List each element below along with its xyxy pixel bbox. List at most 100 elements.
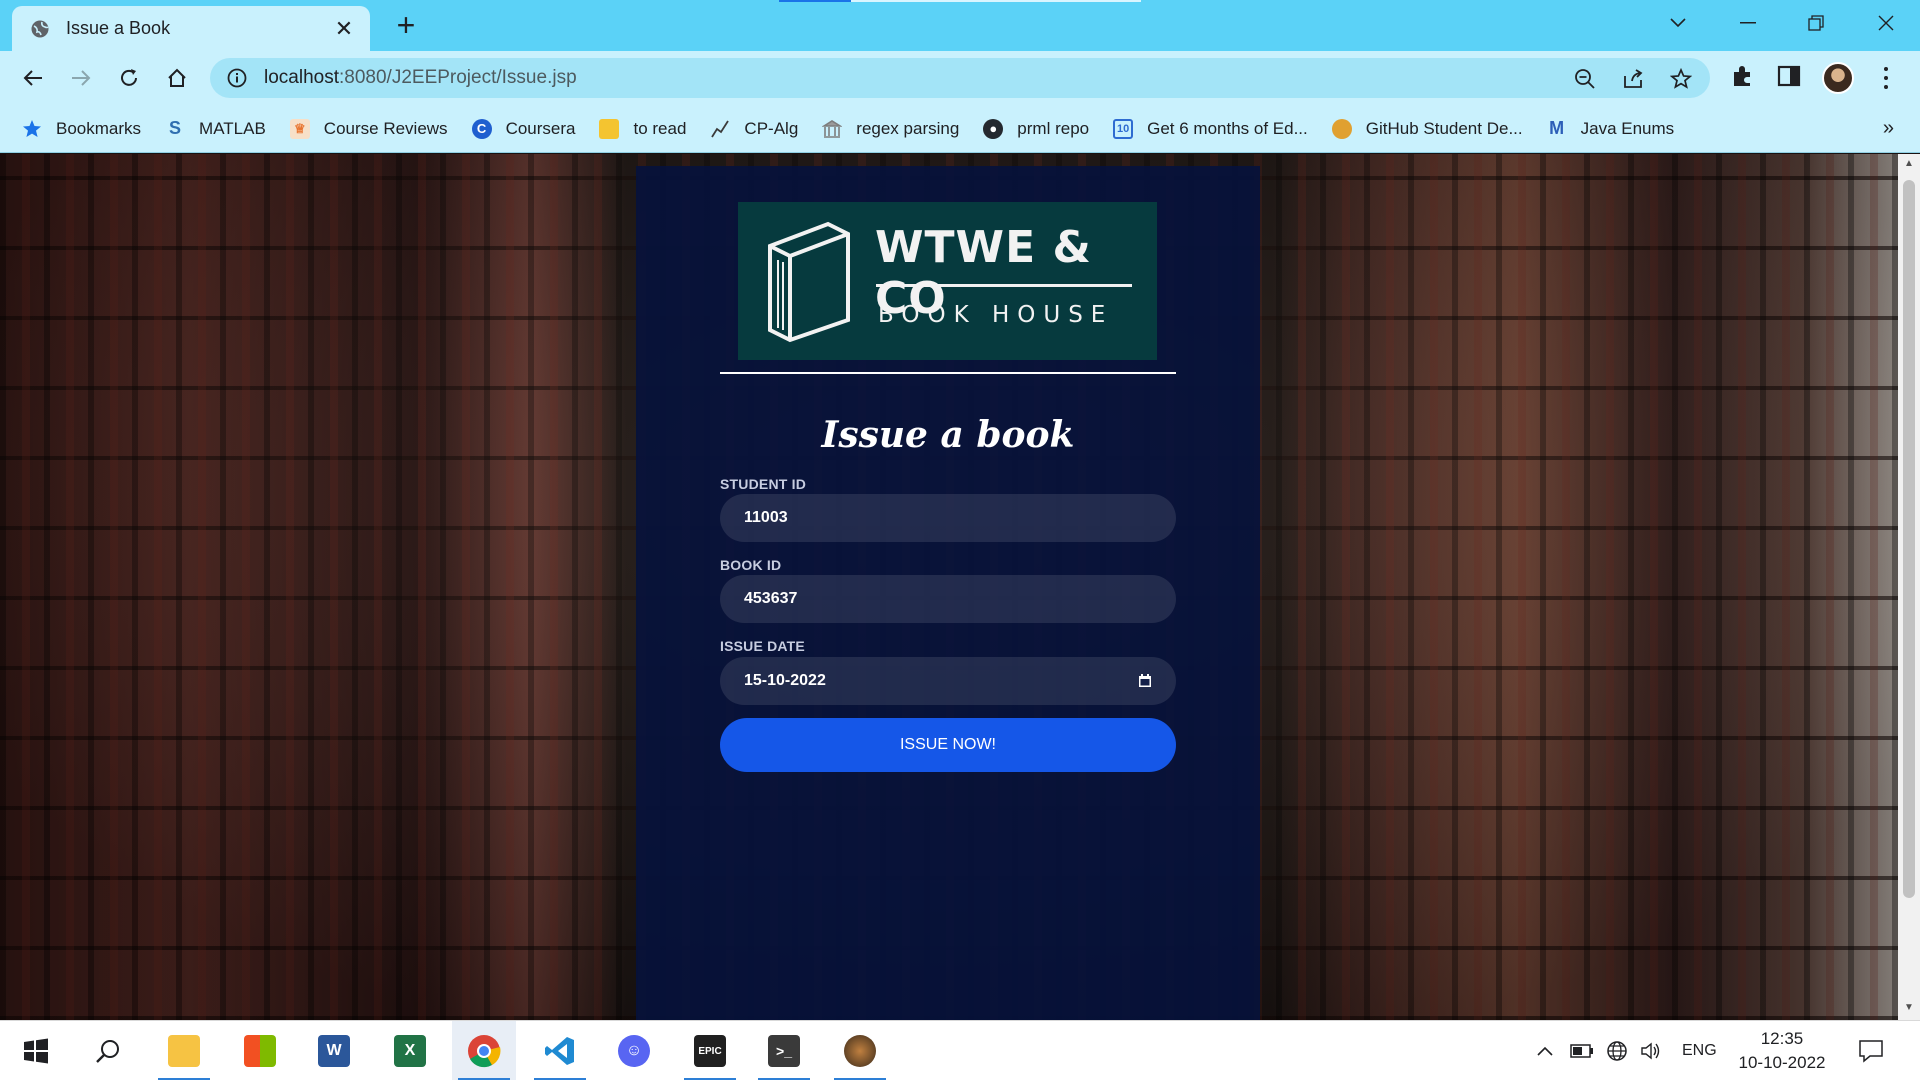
bookmark-item[interactable]: C Coursera [471, 118, 575, 139]
clock-date: 10-10-2022 [1738, 1053, 1826, 1072]
input-language[interactable]: ENG [1682, 1021, 1717, 1080]
calendar-picker-icon[interactable] [1138, 674, 1152, 688]
building-icon [822, 119, 843, 139]
side-panel-icon[interactable] [1776, 63, 1802, 89]
coursera-icon: C [471, 118, 492, 139]
taskbar-chrome[interactable] [452, 1021, 516, 1080]
address-bar[interactable]: localhost:8080/J2EEProject/Issue.jsp [210, 58, 1710, 98]
taskbar-word[interactable]: W [302, 1021, 366, 1080]
volume-icon[interactable] [1640, 1021, 1662, 1080]
scroll-down-arrow-icon[interactable]: ▼ [1903, 1002, 1915, 1014]
clock-time: 12:35 [1760, 1029, 1804, 1048]
scroll-up-arrow-icon[interactable]: ▲ [1903, 158, 1915, 170]
back-arrow-icon [23, 70, 42, 86]
new-tab-button[interactable]: + [390, 9, 422, 42]
reload-button[interactable] [114, 63, 144, 93]
tab-search-chevron-icon[interactable] [1650, 6, 1706, 40]
windows-logo-icon [24, 1038, 48, 1064]
home-icon [168, 68, 186, 87]
page-title: Issue a book [821, 414, 1075, 456]
windows-taskbar: W X ☺ EPIC >_ ENG 12:35 10-10-2022 [0, 1020, 1920, 1080]
battery-icon[interactable] [1570, 1021, 1594, 1080]
issue-now-button[interactable]: ISSUE NOW! [720, 718, 1176, 772]
folder-icon [168, 1035, 200, 1067]
minimize-button[interactable] [1720, 6, 1776, 40]
back-button[interactable] [18, 63, 48, 93]
game-icon [844, 1035, 876, 1067]
zoom-out-icon[interactable] [1574, 68, 1596, 90]
extensions-puzzle-icon[interactable] [1730, 63, 1756, 89]
bookmark-item[interactable]: ● prml repo [983, 118, 1089, 139]
forward-arrow-icon [72, 70, 91, 86]
close-tab-icon[interactable]: ✕ [332, 16, 356, 42]
book-icon [768, 221, 850, 343]
show-hidden-icons-chevron[interactable] [1536, 1021, 1554, 1080]
bookmark-item[interactable]: to read [599, 118, 686, 139]
taskbar-file-explorer[interactable] [152, 1021, 216, 1080]
student-pack-icon [1331, 118, 1352, 139]
discord-icon: ☺ [618, 1035, 650, 1067]
bookmark-item[interactable]: S MATLAB [165, 118, 266, 139]
taskbar-vscode[interactable] [528, 1021, 592, 1080]
issue-date-value: 15-10-2022 [744, 672, 826, 689]
site-info-icon[interactable] [226, 67, 248, 89]
taskbar-terminal[interactable]: >_ [752, 1021, 816, 1080]
reload-icon [121, 69, 137, 86]
share-icon[interactable] [1622, 68, 1644, 90]
start-button[interactable] [4, 1021, 68, 1080]
github-icon: ● [983, 118, 1004, 139]
close-window-button[interactable] [1858, 6, 1914, 40]
bookmark-item[interactable]: regex parsing [822, 119, 959, 139]
bookmark-item[interactable]: ♕ Course Reviews [289, 118, 448, 139]
book-id-value: 453637 [744, 590, 798, 607]
chrome-icon [468, 1035, 501, 1068]
student-id-value: 11003 [744, 509, 788, 526]
terminal-icon: >_ [768, 1035, 800, 1067]
student-id-label: STUDENT ID [720, 476, 806, 492]
tab-title: Issue a Book [66, 18, 171, 38]
home-button[interactable] [162, 63, 192, 93]
taskbar-microsoft-store[interactable] [228, 1021, 292, 1080]
globe-icon [31, 20, 49, 37]
search-icon [96, 1040, 119, 1063]
browser-toolbar: localhost:8080/J2EEProject/Issue.jsp [0, 51, 1920, 105]
taskbar-epic-games[interactable]: EPIC [678, 1021, 742, 1080]
tab-issue-a-book[interactable]: Issue a Book ✕ [12, 6, 370, 51]
student-id-input[interactable]: 11003 [720, 494, 1176, 542]
matlab-icon: S [169, 118, 182, 138]
taskbar-search-button[interactable] [76, 1021, 140, 1080]
forward-button[interactable] [66, 63, 96, 93]
bookmark-item[interactable]: CP-Alg [710, 119, 798, 139]
profile-avatar[interactable] [1822, 62, 1854, 94]
bookmark-item[interactable]: 10 Get 6 months of Ed... [1113, 118, 1308, 139]
taskbar-discord[interactable]: ☺ [602, 1021, 666, 1080]
url-path: :8080/J2EEProject/Issue.jsp [339, 67, 577, 88]
system-clock[interactable]: 12:35 10-10-2022 [1732, 1027, 1832, 1075]
bookmark-item[interactable]: M Java Enums [1547, 118, 1674, 139]
chart-icon [710, 119, 730, 139]
restore-button[interactable] [1788, 6, 1844, 40]
logo-subtitle: BOOK HOUSE [878, 302, 1114, 328]
page-scrollbar[interactable]: ▲ ▼ [1898, 154, 1920, 1020]
notifications-icon[interactable] [1858, 1021, 1884, 1080]
issue-date-input[interactable]: 15-10-2022 [720, 657, 1176, 705]
bookmarks-bar: Bookmarks S MATLAB ♕ Course Reviews C Cours… [0, 105, 1920, 153]
folder-icon [599, 118, 620, 139]
taskbar-excel[interactable]: X [378, 1021, 442, 1080]
more-bookmarks-icon[interactable]: » [1883, 117, 1894, 140]
book-id-label: BOOK ID [720, 557, 782, 573]
menu-kebab-icon[interactable] [1876, 64, 1896, 92]
excel-icon: X [394, 1035, 426, 1067]
scrollbar-thumb[interactable] [1903, 180, 1915, 898]
bookmark-item[interactable]: Bookmarks [22, 119, 141, 139]
store-icon [244, 1035, 276, 1067]
vscode-icon [545, 1037, 574, 1065]
book-id-input[interactable]: 453637 [720, 575, 1176, 623]
bookmark-item[interactable]: GitHub Student De... [1331, 118, 1523, 139]
logo-divider [720, 372, 1176, 374]
network-globe-icon[interactable] [1606, 1021, 1628, 1080]
bookmark-star-icon[interactable] [1670, 68, 1692, 90]
taskbar-game[interactable] [828, 1021, 892, 1080]
url-host: localhost [264, 67, 339, 88]
epic-games-icon: EPIC [694, 1035, 726, 1067]
